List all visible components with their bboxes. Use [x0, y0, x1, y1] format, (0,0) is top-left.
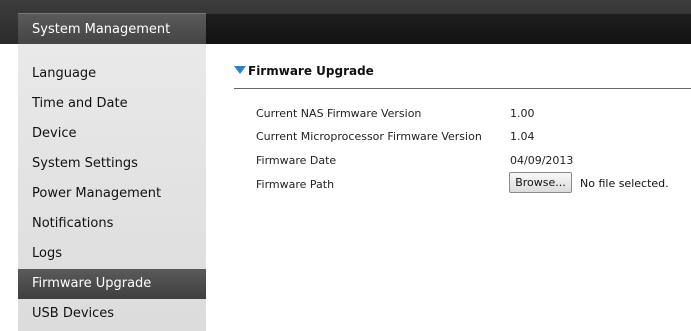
collapse-arrow-icon[interactable] — [234, 66, 246, 74]
firmware-date-value: 04/09/2013 — [510, 154, 574, 167]
content-header-bar — [206, 13, 691, 45]
sidebar-item-logs[interactable]: Logs — [18, 239, 206, 269]
sidebar-item-time-and-date[interactable]: Time and Date — [18, 89, 206, 119]
file-status-text: No file selected. — [580, 177, 669, 190]
firmware-path-label: Firmware Path — [256, 178, 335, 191]
sidebar-item-language[interactable]: Language — [18, 59, 206, 89]
sidebar: Language Time and Date Device System Set… — [18, 44, 207, 331]
sidebar-item-notifications[interactable]: Notifications — [18, 209, 206, 239]
firmware-date-label: Firmware Date — [256, 154, 337, 167]
sidebar-item-usb-devices[interactable]: USB Devices — [18, 299, 206, 329]
section-header[interactable]: Firmware Upgrade — [234, 64, 691, 89]
nas-firmware-version-label: Current NAS Firmware Version — [256, 107, 422, 120]
nas-firmware-version-value: 1.00 — [510, 107, 535, 120]
content-panel: Firmware Upgrade Current NAS Firmware Ve… — [206, 44, 691, 331]
sidebar-item-device[interactable]: Device — [18, 119, 206, 149]
sidebar-item-firmware-upgrade[interactable]: Firmware Upgrade — [18, 269, 206, 299]
sidebar-item-system-settings[interactable]: System Settings — [18, 149, 206, 179]
section-title: Firmware Upgrade — [248, 64, 374, 78]
microprocessor-firmware-version-value: 1.04 — [510, 130, 535, 143]
sidebar-title: System Management — [18, 13, 206, 44]
sidebar-item-power-management[interactable]: Power Management — [18, 179, 206, 209]
browse-button[interactable]: Browse... — [509, 172, 572, 193]
microprocessor-firmware-version-label: Current Microprocessor Firmware Version — [256, 130, 482, 143]
app-window: System Management Language Time and Date… — [0, 0, 691, 331]
